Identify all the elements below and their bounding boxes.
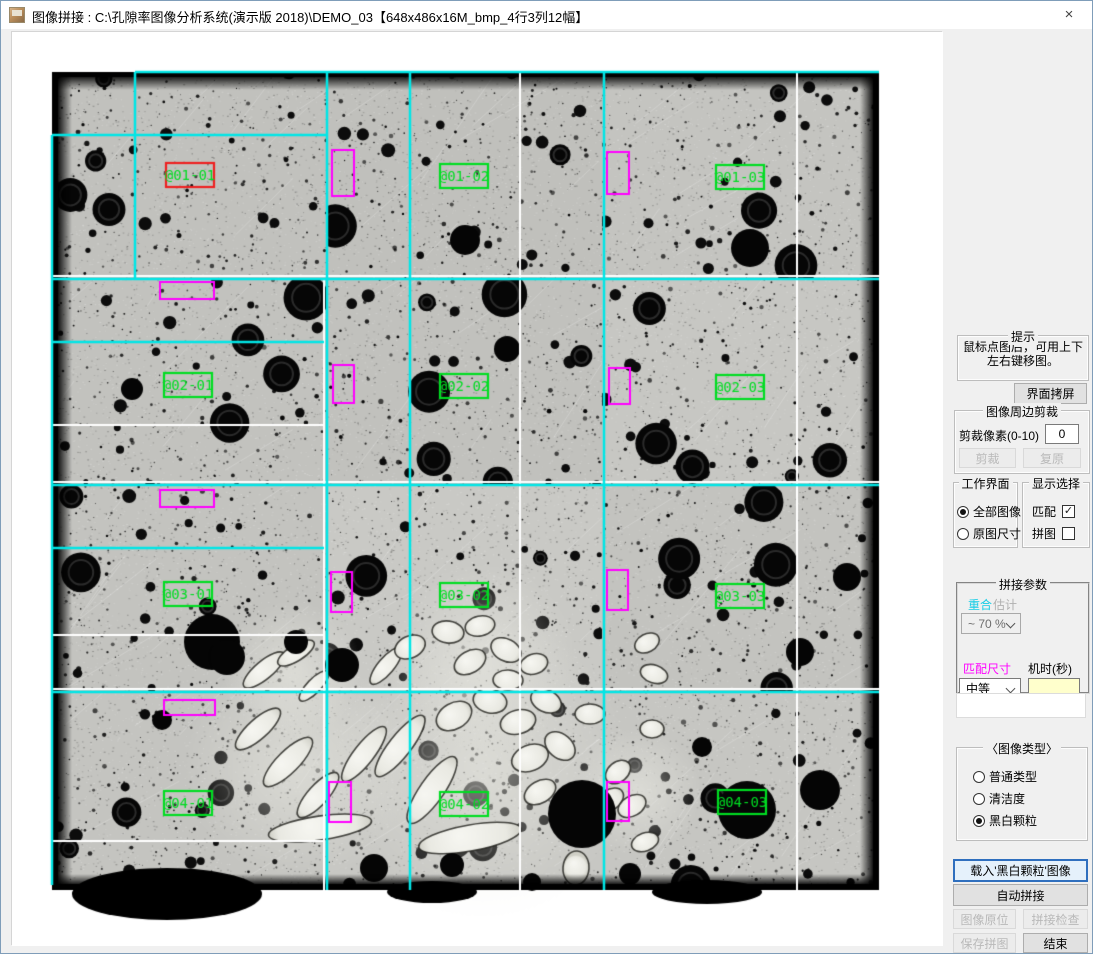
radio-label: 全部图像	[973, 503, 1021, 520]
radio-indicator	[957, 506, 969, 518]
screen-copy-button[interactable]: 界面拷屏	[1014, 383, 1087, 404]
match-size-label: 匹配尺寸	[963, 660, 1011, 677]
params-title: 拼接参数	[996, 576, 1050, 593]
stitch-check-row[interactable]: 拼图	[1032, 525, 1075, 542]
hint-title: 提示	[1008, 328, 1038, 345]
image-origin-button[interactable]: 图像原位	[953, 909, 1016, 929]
radio-indicator	[973, 793, 985, 805]
checkbox-label: 拼图	[1032, 525, 1056, 542]
app-icon	[9, 7, 25, 23]
close-button[interactable]: ×	[1046, 1, 1092, 29]
overlap-combo[interactable]: ~ 70 %	[961, 613, 1021, 634]
crop-title: 图像周边剪裁	[983, 403, 1061, 420]
load-bw-particles-button[interactable]: 载入'黑白颗粒'图像	[953, 859, 1088, 882]
radio-original-size[interactable]: 原图尺寸	[957, 525, 1021, 542]
overlap-label-colored: 重合	[968, 596, 992, 613]
workspace-title: 工作界面	[958, 475, 1012, 492]
crop-pixel-label: 剪裁像素(0-10)	[959, 427, 1039, 444]
time-label: 机时(秒)	[1028, 660, 1072, 677]
auto-stitch-button[interactable]: 自动拼接	[953, 884, 1088, 906]
overlap-label-gray: 估计	[993, 596, 1017, 613]
stitched-image-canvas[interactable]	[12, 32, 943, 946]
chevron-down-icon	[1006, 684, 1016, 694]
radio-label: 清洁度	[989, 790, 1025, 807]
radio-all-images[interactable]: 全部图像	[957, 503, 1021, 520]
radio-label: 原图尺寸	[973, 525, 1021, 542]
app-window: 图像拼接 : C:\孔隙率图像分析系统(演示版 2018)\DEMO_03【64…	[0, 0, 1093, 954]
match-checkbox[interactable]: ✓	[1062, 505, 1075, 518]
match-check-row[interactable]: 匹配 ✓	[1032, 503, 1075, 520]
radio-cleanliness[interactable]: 清洁度	[973, 790, 1025, 807]
crop-pixel-input[interactable]: 0	[1045, 424, 1079, 444]
radio-indicator	[973, 771, 985, 783]
image-workspace	[11, 31, 942, 945]
restore-button[interactable]: 复原	[1023, 448, 1081, 468]
status-box	[956, 693, 1086, 718]
radio-label: 黑白颗粒	[989, 812, 1037, 829]
control-panel: 提示 鼠标点图后，可用上下左右键移图。 界面拷屏 图像周边剪裁 剪裁像素(0-1…	[946, 30, 1093, 954]
crop-button[interactable]: 剪裁	[959, 448, 1016, 468]
radio-indicator	[957, 528, 969, 540]
overlap-value: ~ 70 %	[968, 617, 1006, 631]
end-button[interactable]: 结束	[1023, 933, 1088, 953]
chevron-down-icon	[1006, 619, 1016, 629]
window-title: 图像拼接 : C:\孔隙率图像分析系统(演示版 2018)\DEMO_03【64…	[32, 7, 588, 26]
radio-normal-type[interactable]: 普通类型	[973, 768, 1037, 785]
stitch-check-button[interactable]: 拼接检查	[1023, 909, 1088, 929]
display-title: 显示选择	[1029, 475, 1083, 492]
title-bar: 图像拼接 : C:\孔隙率图像分析系统(演示版 2018)\DEMO_03【64…	[1, 1, 1092, 29]
radio-label: 普通类型	[989, 768, 1037, 785]
image-type-title: 〈图像类型〉	[983, 740, 1061, 757]
checkbox-label: 匹配	[1032, 503, 1056, 520]
hint-groupbox: 提示 鼠标点图后，可用上下左右键移图。	[957, 335, 1089, 381]
stitch-checkbox[interactable]	[1062, 527, 1075, 540]
save-stitch-button[interactable]: 保存拼图	[953, 933, 1016, 953]
radio-indicator	[973, 815, 985, 827]
radio-bw-particles[interactable]: 黑白颗粒	[973, 812, 1037, 829]
